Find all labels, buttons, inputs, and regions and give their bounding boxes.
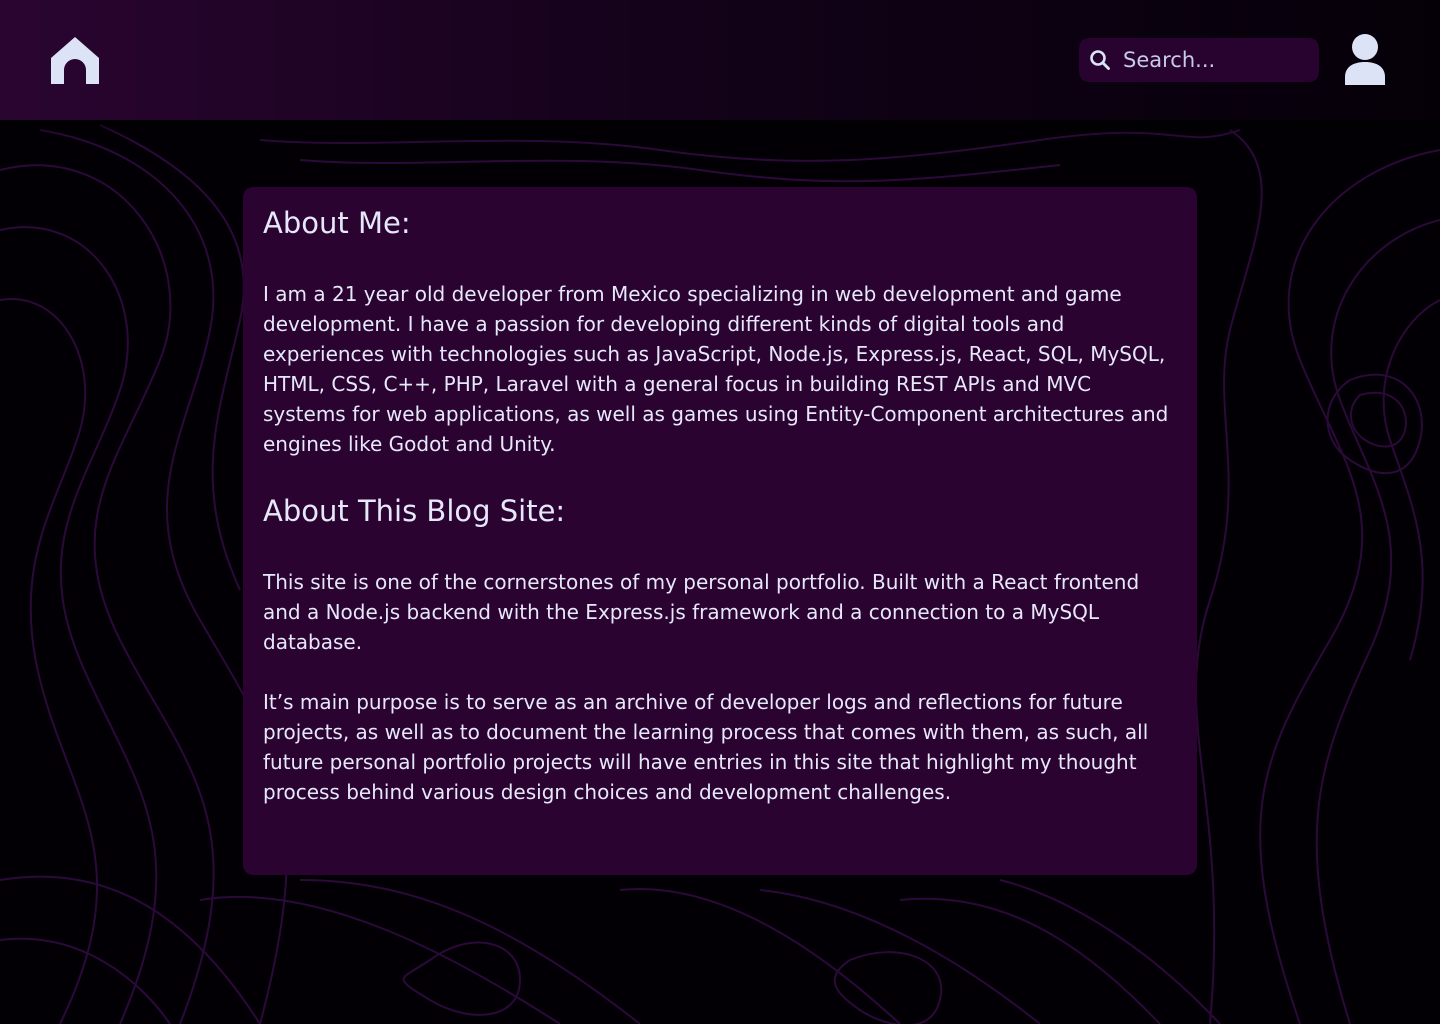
about-blog-heading: About This Blog Site:: [263, 494, 566, 528]
about-card: About Me: I am a 21 year old developer f…: [243, 187, 1197, 875]
home-button[interactable]: [48, 34, 102, 88]
about-me-paragraph: I am a 21 year old developer from Mexico…: [263, 282, 1169, 456]
home-icon: [51, 37, 99, 84]
search-input[interactable]: [1123, 38, 1313, 82]
top-navbar: [0, 0, 1440, 120]
search-icon: [1089, 49, 1111, 71]
about-blog-paragraph: This site is one of the cornerstones of …: [263, 570, 1140, 654]
about-me-heading: About Me:: [263, 206, 411, 240]
search-bar[interactable]: [1079, 38, 1319, 82]
user-icon: [1345, 34, 1385, 85]
user-profile-button[interactable]: [1342, 33, 1388, 87]
about-blog-paragraph: It’s main purpose is to serve as an arch…: [263, 690, 1149, 804]
